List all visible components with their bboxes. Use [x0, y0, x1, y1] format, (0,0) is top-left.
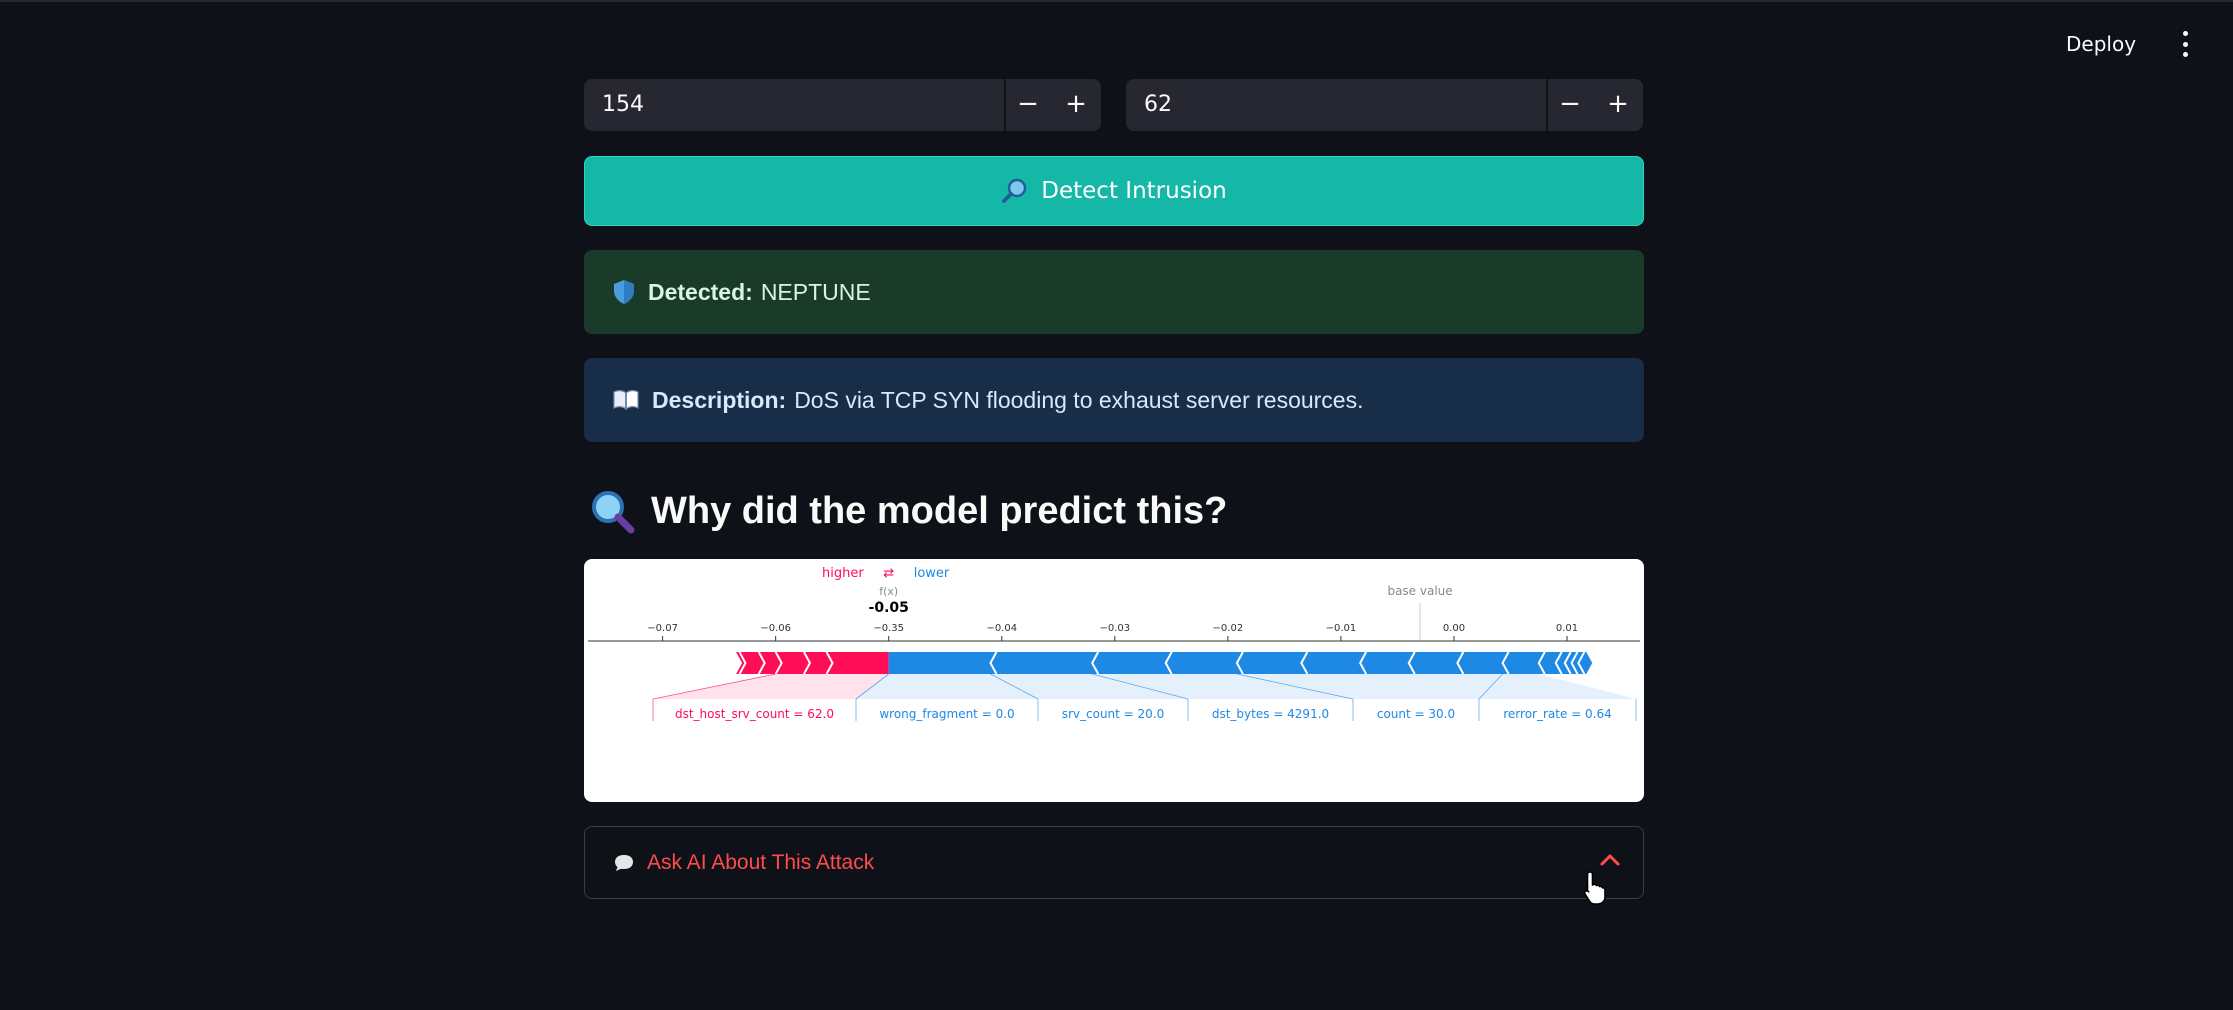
ask-ai-label: Ask AI About This Attack: [647, 850, 875, 874]
x-tick-label: −0.07: [647, 623, 678, 634]
deploy-button[interactable]: Deploy: [2066, 26, 2136, 62]
number-input-value[interactable]: 154: [602, 79, 644, 131]
shap-force-plot: higher ⇄ lower f(x) -0.05 base value −0.07 −0.0…: [584, 559, 1644, 802]
legend-arrow: ⇄: [883, 566, 894, 581]
feature-label: dst_bytes = 4291.0: [1212, 707, 1329, 721]
detect-intrusion-button[interactable]: Detect Intrusion: [584, 156, 1644, 226]
increment-button[interactable]: +: [1594, 79, 1642, 131]
chevron-up-icon[interactable]: [1597, 851, 1623, 869]
detection-result-alert: Detected: NEPTUNE: [584, 250, 1644, 334]
book-icon: [613, 390, 639, 411]
legend-higher: higher: [822, 566, 864, 581]
feature-label: count = 30.0: [1377, 707, 1455, 721]
page-title: Why did the model predict this?: [651, 489, 1228, 532]
feature-connector: [653, 674, 889, 699]
speech-bubble-icon: [615, 854, 633, 871]
number-input-2: 62 − +: [1126, 79, 1643, 131]
x-tick-label: −0.06: [760, 623, 791, 634]
number-input-value[interactable]: 62: [1144, 79, 1172, 131]
feature-label: wrong_fragment = 0.0: [879, 707, 1014, 721]
increment-button[interactable]: +: [1052, 79, 1100, 131]
feature-label: rerror_rate = 0.64: [1503, 707, 1612, 721]
x-tick-label: −0.02: [1213, 623, 1244, 634]
kebab-menu-icon[interactable]: [2176, 28, 2194, 60]
detect-button-label: Detect Intrusion: [1041, 178, 1227, 204]
magnifier-icon: [592, 491, 635, 534]
top-decoration-bar: [0, 0, 2233, 2]
x-tick-label: 0.00: [1443, 623, 1465, 634]
x-tick-label: 0.01: [1556, 623, 1578, 634]
description-text: DoS via TCP SYN flooding to exhaust serv…: [794, 386, 1364, 413]
decrement-button[interactable]: −: [1546, 79, 1594, 131]
shield-icon: [614, 280, 634, 304]
x-tick-label: −0.35: [873, 623, 904, 634]
feature-connector: [1479, 674, 1636, 699]
feature-label: srv_count = 20.0: [1062, 707, 1165, 721]
force-plot-svg: higher ⇄ lower f(x) -0.05 base value −0.07 −0.0…: [588, 566, 1640, 721]
base-value-label: base value: [1387, 584, 1452, 598]
decrement-button[interactable]: −: [1004, 79, 1052, 131]
explanation-heading: Why did the model predict this?: [589, 478, 1227, 544]
ask-ai-expander[interactable]: Ask AI About This Attack: [584, 826, 1644, 899]
pointer-cursor-icon: [1583, 871, 1606, 905]
description-label: Description:: [652, 386, 787, 413]
description-alert: Description: DoS via TCP SYN flooding to…: [584, 358, 1644, 442]
feature-label: dst_host_srv_count = 62.0: [675, 707, 834, 721]
legend-lower: lower: [914, 566, 950, 581]
detected-value: NEPTUNE: [760, 278, 871, 305]
fx-label: f(x): [879, 585, 898, 598]
magnifier-icon: [1002, 178, 1027, 203]
x-tick-label: −0.03: [1099, 623, 1130, 634]
number-input-1: 154 − +: [584, 79, 1101, 131]
fx-value: -0.05: [869, 600, 909, 616]
detected-label: Detected:: [648, 278, 753, 305]
x-tick-label: −0.04: [986, 623, 1017, 634]
positive-force-bar: [736, 652, 889, 674]
x-tick-label: −0.01: [1326, 623, 1357, 634]
